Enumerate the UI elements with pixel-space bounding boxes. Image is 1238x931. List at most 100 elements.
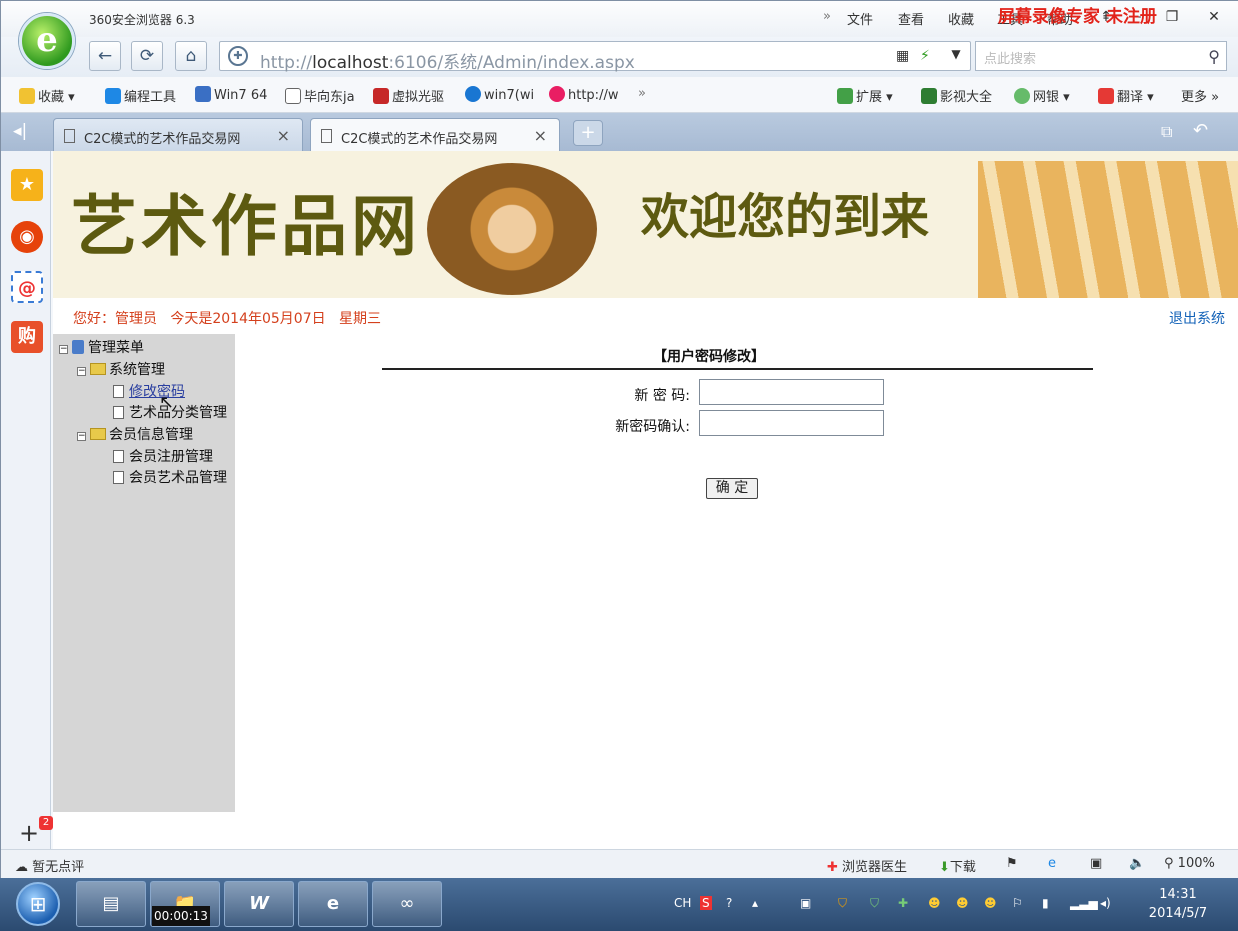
menu-favorites[interactable]: 收藏: [948, 9, 974, 28]
show-hidden-icons[interactable]: ▴: [752, 896, 758, 910]
tree-root[interactable]: − 管理菜单: [59, 337, 144, 357]
search-icon[interactable]: ⚲: [1208, 47, 1220, 66]
shield-tray-icon[interactable]: ⛉: [870, 896, 879, 911]
start-button[interactable]: ⊞: [16, 882, 60, 926]
speed-mode-icon[interactable]: ⚡: [920, 48, 930, 64]
sidebar-toggle-icon[interactable]: ◂|: [13, 121, 27, 141]
cloud-icon: ☁: [15, 860, 28, 875]
more-button[interactable]: 更多 »: [1181, 86, 1219, 105]
computer-icon: [72, 340, 84, 354]
qq-tray-icon[interactable]: ☻: [928, 896, 941, 910]
close-tab-icon[interactable]: ×: [277, 126, 290, 145]
home-icon[interactable]: ⌂: [175, 41, 207, 71]
recording-timer: 00:00:13: [152, 906, 210, 926]
restore-button[interactable]: ❐: [1159, 6, 1185, 28]
search-box[interactable]: 点此搜索 ⚲: [975, 41, 1227, 71]
submit-button[interactable]: 确 定: [706, 478, 758, 499]
input-language[interactable]: CH: [674, 896, 691, 910]
system-clock[interactable]: 14:31 2014/5/7: [1138, 885, 1218, 923]
collapse-icon[interactable]: −: [77, 367, 86, 376]
taskbar-visual-studio[interactable]: ∞: [372, 881, 442, 927]
user-info-line: 您好：管理员 今天是2014年05月07日 星期三: [73, 308, 381, 328]
back-icon[interactable]: ←: [89, 41, 121, 71]
add-sidebar-app-icon[interactable]: +: [19, 819, 39, 847]
browser-logo-icon[interactable]: e: [19, 13, 75, 69]
folder-icon: [90, 428, 106, 440]
undo-close-icon[interactable]: ↶: [1193, 120, 1208, 141]
status-bar: ☁ 暂无点评 ✚ 浏览器医生 ⬇下载 ⚑ e ▣ 🔈 ⚲ 100%: [1, 849, 1238, 879]
video-button[interactable]: 影视大全: [921, 86, 992, 105]
fav-programming-tools[interactable]: 编程工具: [105, 86, 176, 105]
mail-icon[interactable]: @: [11, 271, 43, 303]
network-icon[interactable]: ▂▃▅: [1070, 896, 1098, 910]
url-text[interactable]: http://localhost:6106/系统/Admin/index.asp…: [260, 48, 635, 73]
translate-button[interactable]: 翻译 ▾: [1098, 86, 1154, 105]
comment-status[interactable]: ☁ 暂无点评: [15, 856, 84, 875]
tree-item-member-registration[interactable]: 会员注册管理: [113, 446, 213, 466]
extensions-button[interactable]: 扩展 ▾: [837, 86, 893, 105]
fav-virtual-drive[interactable]: 虚拟光驱: [373, 86, 444, 105]
refresh-icon[interactable]: ⟳: [131, 41, 163, 71]
power-icon[interactable]: ▮: [1042, 896, 1049, 910]
confirm-password-input[interactable]: [699, 410, 884, 436]
ie-mode-icon[interactable]: e: [1048, 856, 1056, 871]
recorder-watermark: 屏幕录像专家 未注册: [998, 7, 1157, 27]
tree-item-change-password[interactable]: 修改密码: [113, 381, 185, 401]
address-row: ← ⟳ ⌂ ✚ http://localhost:6106/系统/Admin/i…: [1, 37, 1238, 77]
download-button[interactable]: ⬇下载: [939, 856, 976, 875]
security-tray-icon[interactable]: ⛉: [838, 896, 847, 911]
close-button[interactable]: ✕: [1201, 6, 1227, 28]
qq-tray-icon[interactable]: ☻: [956, 896, 969, 910]
taskbar-360-browser[interactable]: e: [298, 881, 368, 927]
shopping-icon[interactable]: 购: [11, 321, 43, 353]
fav-bixiangdong[interactable]: 毕向东ja: [285, 86, 355, 105]
new-password-input[interactable]: [699, 379, 884, 405]
fav-win7[interactable]: win7(wi: [465, 86, 534, 103]
site-banner: 艺术作品网 欢迎您的到来: [53, 151, 1238, 298]
new-password-label: 新 密 码:: [634, 388, 690, 404]
help-icon[interactable]: ?: [726, 896, 732, 910]
sogou-input-icon[interactable]: S: [700, 896, 712, 910]
bank-button[interactable]: 网银 ▾: [1014, 86, 1070, 105]
speaker-icon[interactable]: ◂): [1100, 896, 1111, 910]
volume-icon[interactable]: 🔈: [1129, 856, 1145, 871]
tab-list-icon[interactable]: ⧉: [1161, 122, 1172, 142]
address-bar[interactable]: ✚ http://localhost:6106/系统/Admin/index.a…: [219, 41, 971, 73]
qrcode-icon[interactable]: ▦: [896, 48, 909, 64]
tree-item-member-artworks[interactable]: 会员艺术品管理: [113, 467, 227, 487]
flag-icon[interactable]: ⚑: [1006, 856, 1018, 871]
collapse-icon[interactable]: −: [77, 432, 86, 441]
security-shield-icon[interactable]: ✚: [228, 46, 248, 66]
fav-http[interactable]: http://w: [549, 86, 618, 103]
logout-link[interactable]: 退出系统: [1169, 308, 1225, 328]
fav-overflow-icon[interactable]: »: [638, 86, 646, 101]
favorites-star-icon[interactable]: ★: [11, 169, 43, 201]
tab-1[interactable]: C2C模式的艺术作品交易网 ×: [53, 118, 303, 151]
window-icon[interactable]: ▣: [1090, 856, 1102, 871]
taskbar-word[interactable]: W: [224, 881, 294, 927]
action-center-flag-icon[interactable]: ⚐: [1012, 896, 1023, 910]
fav-win7-64[interactable]: Win7 64: [195, 86, 267, 103]
tree-group-members[interactable]: − 会员信息管理: [77, 424, 193, 444]
url-dropdown-icon[interactable]: ▼: [944, 47, 968, 67]
fav-collect[interactable]: 收藏 ▾: [19, 86, 75, 105]
collapse-icon[interactable]: −: [59, 345, 68, 354]
video-icon: [921, 88, 937, 104]
browser-doctor-button[interactable]: ✚ 浏览器医生: [827, 856, 907, 875]
tree-group-system[interactable]: − 系统管理: [77, 359, 165, 379]
weibo-icon[interactable]: ◉: [11, 221, 43, 253]
close-tab-icon[interactable]: ×: [534, 126, 547, 145]
tray-app-icon[interactable]: ▣: [800, 896, 811, 910]
taskbar-recorder-app[interactable]: ▤: [76, 881, 146, 927]
menu-more-icon[interactable]: »: [823, 9, 831, 24]
page-icon: [113, 406, 124, 419]
qq-tray-icon[interactable]: ☻: [984, 896, 997, 910]
paw-icon: [195, 86, 211, 102]
new-tab-button[interactable]: +: [573, 120, 603, 146]
zoom-control[interactable]: ⚲ 100%: [1164, 856, 1215, 871]
menu-file[interactable]: 文件: [847, 9, 873, 28]
menu-view[interactable]: 查看: [898, 9, 924, 28]
tab-bar: ◂| C2C模式的艺术作品交易网 × C2C模式的艺术作品交易网 × + ⧉ ↶: [1, 113, 1238, 151]
plus-tray-icon[interactable]: ✚: [898, 896, 908, 910]
tab-2[interactable]: C2C模式的艺术作品交易网 ×: [310, 118, 560, 151]
